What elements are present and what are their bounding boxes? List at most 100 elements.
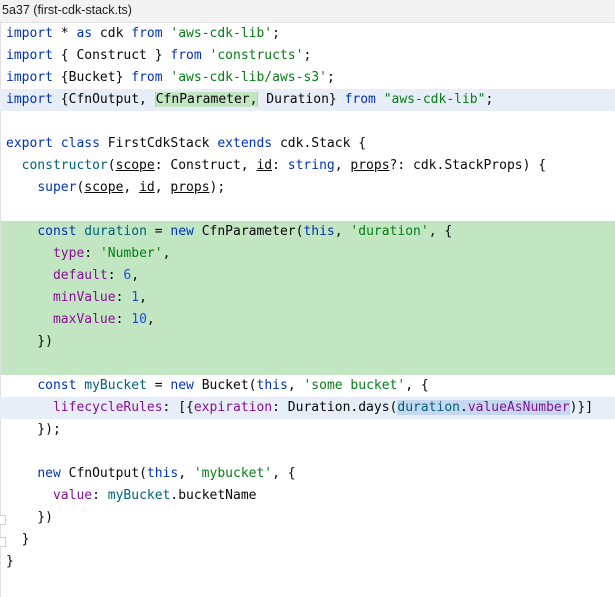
code-line-19: }); [0,419,615,441]
property-name: default [52,268,108,283]
code-text: ; [272,26,280,41]
code-text: {Bucket} [52,70,132,85]
code-text: cdk [92,26,132,41]
code-text: , [162,246,171,261]
keyword: from [344,92,376,107]
code-text: {CfnOutput, [52,92,155,107]
code-line-18-current: lifecycleRules: [{expiration: Duration.d… [0,397,615,419]
property-name: minValue [52,290,116,305]
property-name: value [52,488,93,503]
code-text: ); [209,180,226,195]
code-line-21: new CfnOutput(this, 'mybucket', { [0,463,615,485]
code-text: , [334,158,351,173]
selected-text: . [460,400,468,415]
keyword: import [6,92,53,107]
keyword: this [146,466,179,481]
code-text: cdk.Stack { [272,136,367,151]
property-name: maxValue [52,312,116,327]
keyword: const [37,224,77,239]
code-text: : Construct, [154,158,257,173]
code-text: ?: cdk.StackProps) { [389,158,547,173]
code-text: ; [326,70,335,85]
property-name: lifecycleRules [52,400,163,415]
keyword: const [37,378,77,393]
code-text: : [{ [162,400,194,415]
code-text: , [131,268,140,283]
keyword: this [303,224,335,239]
code-line-3: import {Bucket} from 'aws-cdk-lib/aws-s3… [0,67,615,89]
keyword: import [6,70,53,85]
code-text: CfnParameter( [193,224,304,239]
code-text: * [52,26,77,41]
number-literal: 10 [131,312,147,327]
code-line-23: }) [0,507,615,529]
param-name: scope [115,158,155,173]
keyword: string [287,158,335,173]
code-text: : [92,488,108,503]
code-line-12: default: 6, [0,265,615,287]
keyword: import [6,26,53,41]
string-literal: 'duration' [350,224,429,239]
code-line-11: type: 'Number', [0,243,615,265]
string-literal: 'aws-cdk-lib' [170,26,273,41]
number-literal: 1 [131,290,140,305]
code-text: ( [107,158,116,173]
code-text: , [123,180,140,195]
code-text: ; [485,92,494,107]
code-text: Bucket( [193,378,257,393]
keyword: new [170,224,194,239]
code-text: , [178,466,194,481]
keyword: from [131,70,163,85]
code-line-4-current: import {CfnOutput, CfnParameter, Duratio… [0,89,615,111]
code-text: : [107,268,124,283]
code-text: : [272,158,288,173]
param-name: props [350,158,390,173]
code-text: )}] [569,400,594,415]
keyword: class [60,136,100,151]
code-line-10: const duration = new CfnParameter(this , … [0,221,615,243]
code-line-13: minValue: 1, [0,287,615,309]
code-text: , { [405,378,429,393]
code-text: , { [272,466,296,481]
code-text: , [146,312,155,327]
keyword: new [37,466,61,481]
param-ref: scope [84,180,124,195]
code-line-24: } [0,529,615,551]
keyword: from [131,26,163,41]
string-literal: 'Number' [99,246,163,261]
param-ref: id [139,180,155,195]
fold-marker-icon[interactable] [0,515,6,525]
editor-tab-title[interactable]: 5a37 (first-cdk-stack.ts) [0,0,615,23]
code-line-15: }) [0,331,615,353]
code-line-14: maxValue: 10, [0,309,615,331]
string-literal: 'mybucket' [193,466,273,481]
code-text: , [139,290,147,305]
string-literal: 'some bucket' [303,378,406,393]
code-text: } [6,554,14,569]
code-text: CfnOutput( [60,466,147,481]
code-line-7: constructor(scope: Construct, id: string… [0,155,615,177]
keyword: super [37,180,77,195]
keyword: export [6,136,53,151]
string-literal: "aws-cdk-lib" [383,92,486,107]
keyword: as [76,26,93,41]
param-ref: props [170,180,210,195]
keyword: extends [217,136,273,151]
added-import-highlight: CfnParameter, [154,92,259,107]
code-text: , [154,180,171,195]
string-literal: 'aws-cdk-lib/aws-s3' [170,70,327,85]
variable-name: myBucket [84,378,147,393]
method-name: constructor [21,158,108,173]
fold-marker-icon[interactable] [0,537,6,547]
